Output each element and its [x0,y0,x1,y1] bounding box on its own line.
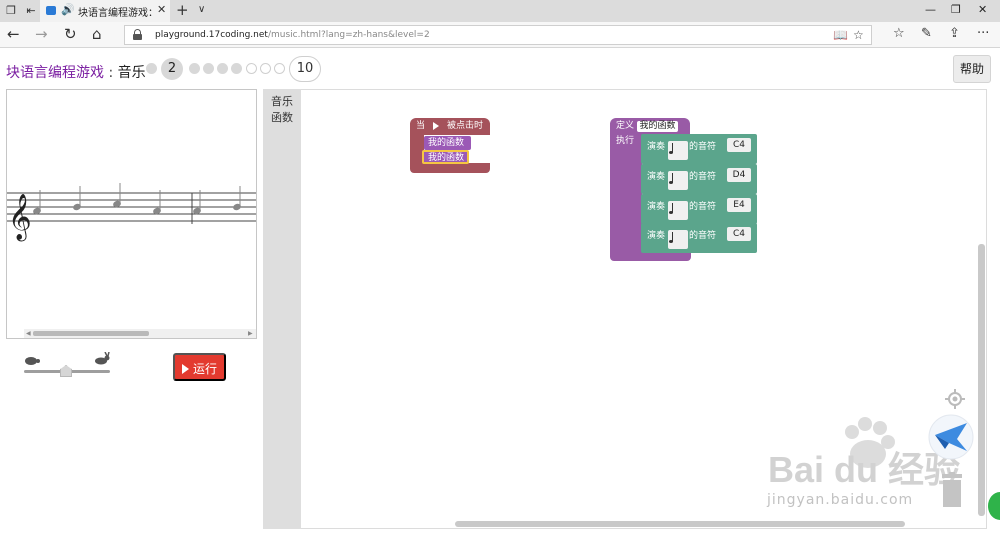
level-dot-1[interactable] [146,63,157,74]
page-title: 块语言编程游戏 : 音乐 [6,65,146,81]
recenter-icon[interactable] [945,389,965,409]
address-text: playground.17coding.net/music.html?lang=… [155,30,430,40]
staff-scrollbar-thumb[interactable] [33,331,149,336]
treble-clef-icon: 𝄞 [8,194,32,242]
level-current[interactable]: 2 [161,58,183,80]
forward-icon[interactable]: → [35,25,48,43]
quarter-note-icon[interactable] [668,201,688,220]
back-icon[interactable]: ← [7,25,20,43]
category-music[interactable]: 音乐 [263,93,301,109]
do-label: 执行 [616,136,635,146]
tab-list-chevron-icon[interactable]: ∨ [198,4,205,15]
run-button[interactable]: 运行 [173,353,226,381]
play-note-block-4[interactable]: 演奏 的音符 C4 [641,223,757,253]
play-note-block-1[interactable]: 演奏 的音符 C4 [641,134,757,164]
lock-icon [133,29,142,40]
level-last[interactable]: 10 [289,56,321,82]
note-field[interactable]: C4 [727,138,751,152]
level-dot-8[interactable] [260,63,271,74]
reading-view-icon[interactable]: 📖 [833,28,848,42]
category-functions[interactable]: 函数 [263,109,301,125]
music-staff-canvas: 𝄞 [6,89,257,339]
quarter-note-icon[interactable] [668,171,688,190]
level-dot-6[interactable] [231,63,242,74]
note-field[interactable]: E4 [727,198,751,212]
event-when-label: 当 [416,121,426,131]
browser-tab[interactable]: 🔊 块语言编程游戏：音 ✕ [40,0,170,22]
level-dot-5[interactable] [217,63,228,74]
audio-playing-icon[interactable]: 🔊 [61,3,75,16]
web-note-pen-icon[interactable]: ✎ [921,26,932,41]
tab-actions-icon[interactable]: ❐ [4,4,18,18]
refresh-icon[interactable]: ↻ [64,25,77,43]
note-field[interactable]: D4 [727,168,751,182]
staff-scrollbar[interactable]: ◀ ▶ [24,329,256,338]
event-clicked-label: 被点击时 [447,121,484,131]
browser-navbar: ← → ↻ ⌂ playground.17coding.net/music.ht… [0,22,1000,48]
event-block-foot [410,163,490,173]
home-icon[interactable]: ⌂ [92,25,102,43]
workspace-horizontal-scrollbar[interactable] [455,521,905,527]
address-bar[interactable]: playground.17coding.net/music.html?lang=… [124,25,872,45]
toolbox: 音乐 函数 [263,89,301,529]
level-dot-4[interactable] [203,63,214,74]
favorites-hub-icon[interactable]: ☆ [893,26,905,41]
scroll-right-icon[interactable]: ▶ [248,329,253,338]
music-staff: 𝄞 [7,183,256,242]
scroll-left-icon[interactable]: ◀ [26,329,31,338]
bird-logo-icon [928,414,974,460]
call-function-block-2[interactable]: 我的函数 [422,150,469,164]
run-play-icon [433,122,439,130]
quarter-note-icon[interactable] [668,230,688,249]
tab-close-icon[interactable]: ✕ [157,3,166,16]
tab-title: 块语言编程游戏：音 [78,8,158,19]
share-icon[interactable]: ⇪ [949,26,960,41]
site-favicon-icon [46,6,56,15]
watermark-subtext: jingyan.baidu.com [767,492,914,508]
call-function-block-1[interactable]: 我的函数 [424,136,471,150]
workspace-vertical-scrollbar[interactable] [978,244,985,516]
play-icon [181,364,189,374]
definition-block-foot [610,252,691,261]
set-tabs-aside-icon[interactable]: ⇤ [24,4,38,18]
browser-tabbar: ❐ ⇤ 🔊 块语言编程游戏：音 ✕ + ∨ — ❐ ✕ [0,0,1000,22]
minimize-icon[interactable]: — [925,3,936,16]
more-icon[interactable]: ··· [977,26,989,41]
level-dot-3[interactable] [189,63,200,74]
definition-block-spine [610,134,642,254]
play-note-block-3[interactable]: 演奏 的音符 E4 [641,194,757,224]
function-name-field[interactable]: 我的函数 [637,121,678,132]
play-note-block-2[interactable]: 演奏 的音符 D4 [641,164,757,194]
new-tab-icon[interactable]: + [176,1,189,19]
note-field[interactable]: C4 [727,227,751,241]
level-dot-9[interactable] [274,63,285,74]
speed-slider-handle[interactable] [60,365,72,377]
define-label: 定义 [616,121,635,131]
restore-icon[interactable]: ❐ [951,3,961,16]
favorite-star-icon[interactable]: ☆ [853,28,864,42]
quarter-note-icon[interactable] [668,141,688,160]
help-button[interactable]: 帮助 [953,55,991,83]
trash-icon[interactable] [940,472,964,508]
game-header: 块语言编程游戏 : 音乐 2 10 帮助 [0,50,1000,88]
window-close-icon[interactable]: ✕ [978,3,987,16]
level-dot-7[interactable] [246,63,257,74]
speed-slider[interactable] [24,354,110,380]
notes [33,183,241,215]
